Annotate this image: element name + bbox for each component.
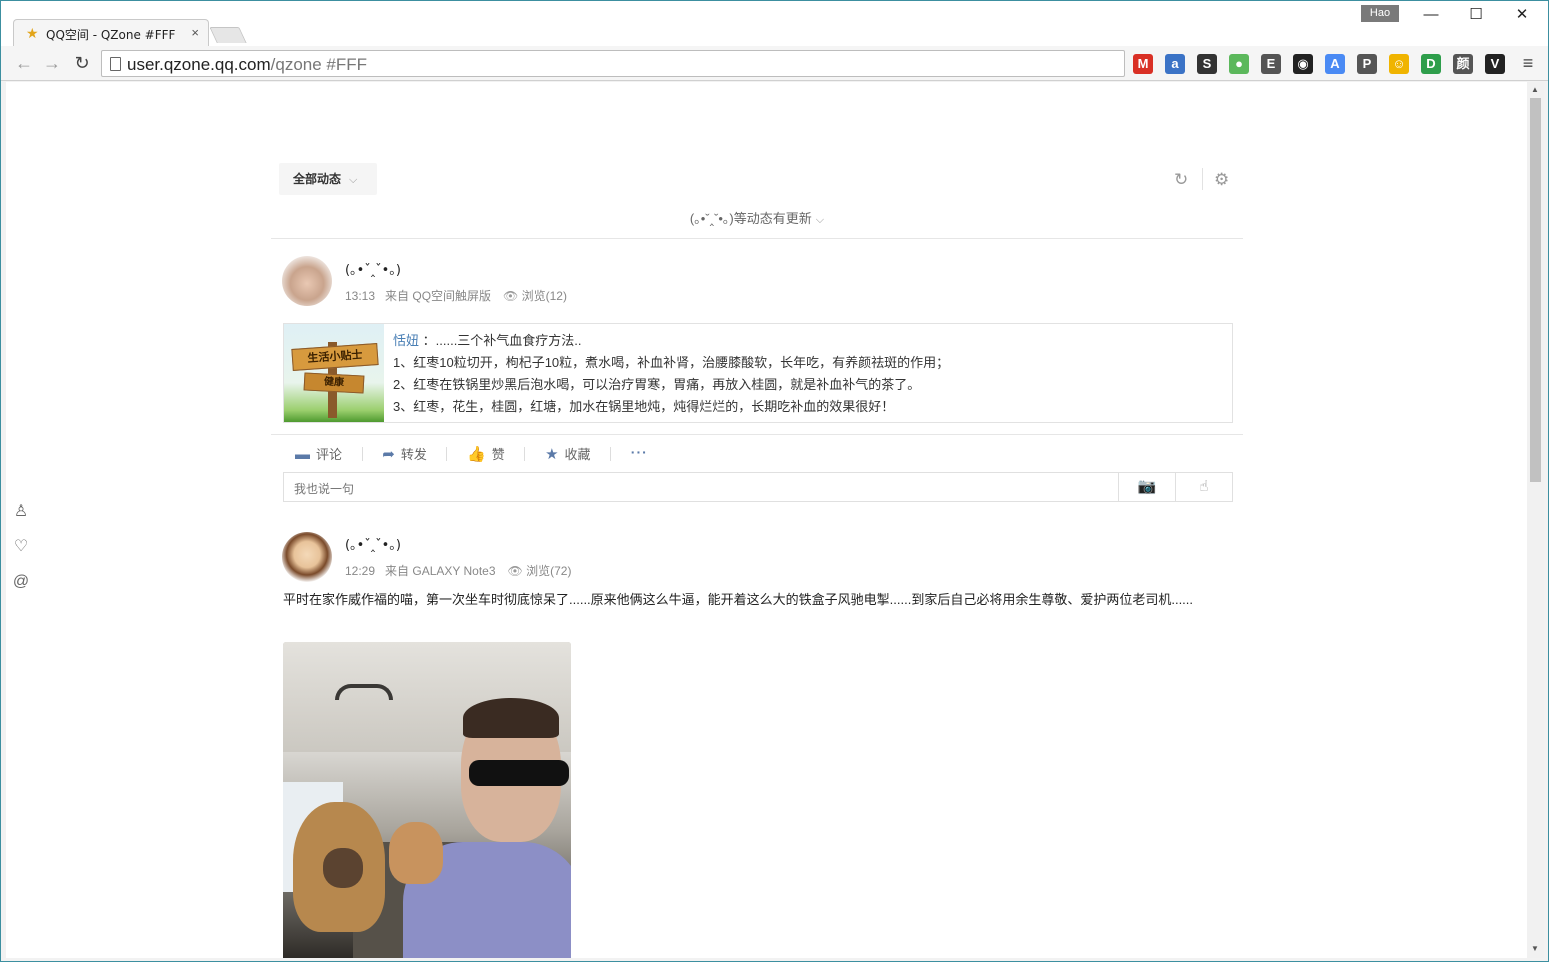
address-bar[interactable]: user.qzone.qq.com/qzone #FFF — [101, 50, 1125, 77]
emoji-icon[interactable]: ☺ — [1389, 54, 1409, 74]
profile-badge[interactable]: Hao — [1361, 5, 1399, 22]
extension-icon-4[interactable]: ● — [1229, 54, 1249, 74]
shared-line: 2、红枣在铁锅里炒黑后泡水喝，可以治疗胃寒，胃痛，再放入桂圆，就是补血补气的茶了… — [393, 377, 921, 392]
avatar[interactable] — [282, 256, 332, 306]
extension-icon-3[interactable]: S — [1197, 54, 1217, 74]
comment-placeholder: 我也说一句 — [294, 482, 355, 496]
post-meta: 12:29 来自 GALAXY Note3 👁 浏览(72) — [345, 562, 571, 579]
post-source[interactable]: 来自 QQ空间触屏版 — [385, 289, 491, 303]
page-icon — [110, 57, 121, 71]
star-favicon-icon: ★ — [26, 25, 39, 41]
maximize-button[interactable]: ☐ — [1461, 5, 1491, 25]
forward-button[interactable]: ➦ 转发 — [382, 444, 427, 463]
forward-arrow-icon: ➦ — [382, 446, 395, 464]
emoji-submit-icon[interactable]: ☝ — [1175, 473, 1232, 501]
like-button[interactable]: 👍 赞 — [467, 444, 505, 463]
divider — [271, 238, 1243, 239]
comment-button[interactable]: ▬ 评论 — [295, 444, 342, 463]
extension-icon-12[interactable]: V — [1485, 54, 1505, 74]
at-icon[interactable]: @ — [11, 572, 31, 592]
chevron-down-icon: ⌵ — [815, 214, 825, 226]
view-count[interactable]: 浏览(72) — [526, 564, 571, 578]
back-arrow-icon[interactable]: ← — [13, 53, 35, 73]
post-body-text: 平时在家作威作福的喵，第一次坐车时彻底惊呆了......原来他俩这么牛逼，能开着… — [283, 592, 1194, 607]
browser-window: ★ QQ空间 - QZone #FFF × Hao — ☐ ✕ ← → ↻ us… — [0, 0, 1549, 962]
eye-icon: 👁 — [503, 289, 519, 303]
forward-arrow-icon[interactable]: → — [41, 53, 63, 73]
minimize-button[interactable]: — — [1416, 5, 1446, 25]
evernote-icon[interactable]: E — [1261, 54, 1281, 74]
more-options-icon[interactable]: ··· — [631, 444, 648, 460]
settings-gear-icon[interactable]: ⚙ — [1214, 170, 1229, 190]
shared-post-text: 恬妞 ：......三个补气血食疗方法.. 1、红枣10粒切开，枸杞子10粒，煮… — [393, 330, 1233, 418]
refresh-icon[interactable]: ↻ — [1174, 170, 1188, 190]
gmail-icon[interactable]: M — [1133, 54, 1153, 74]
reload-icon[interactable]: ↻ — [71, 53, 93, 73]
divider — [524, 446, 526, 461]
extension-icon-11[interactable]: 颜 — [1453, 54, 1473, 74]
new-tab-button[interactable] — [209, 27, 247, 43]
shared-post-thumbnail[interactable]: 生活小贴士 健康 — [284, 324, 384, 422]
star-icon: ★ — [545, 446, 559, 464]
divider — [610, 446, 612, 461]
side-toolbar: ♙ ♡ @ — [11, 502, 31, 607]
shared-line: 1、红枣10粒切开，枸杞子10粒，煮水喝，补血补肾，治腰膝酸软，长年吃，有养颜祛… — [393, 355, 950, 370]
shared-post-card[interactable]: 生活小贴士 健康 恬妞 ：......三个补气血食疗方法.. 1、红枣10粒切开… — [283, 323, 1233, 423]
color-picker-icon[interactable]: ◉ — [1293, 54, 1313, 74]
friends-icon[interactable]: ♙ — [11, 502, 31, 522]
poster-name[interactable]: (｡•ˇ‸ˇ•｡) — [345, 259, 401, 278]
tab-close-icon[interactable]: × — [191, 25, 199, 40]
photo-dog-snout — [323, 848, 363, 888]
photo-cat — [389, 822, 443, 884]
scroll-up-icon[interactable]: ▲ — [1531, 85, 1539, 94]
pocket-icon[interactable]: P — [1357, 54, 1377, 74]
view-count[interactable]: 浏览(12) — [522, 289, 567, 303]
camera-icon[interactable]: 📷 — [1118, 473, 1175, 501]
post-actions: ▬ 评论 ➦ 转发 👍 赞 ★ 收藏 ··· — [295, 444, 648, 464]
chevron-down-icon: ⌵ — [349, 174, 358, 186]
extension-icon-10[interactable]: D — [1421, 54, 1441, 74]
feed-filter-dropdown[interactable]: 全部动态 ⌵ — [279, 163, 377, 195]
close-window-button[interactable]: ✕ — [1507, 5, 1537, 25]
scrollbar-thumb[interactable] — [1530, 98, 1541, 482]
browser-tab[interactable]: ★ QQ空间 - QZone #FFF × — [13, 19, 209, 46]
feed-update-notice[interactable]: (｡•ˇ‸ˇ•｡)等动态有更新 ⌵ — [271, 208, 1243, 227]
comment-icon: ▬ — [295, 446, 310, 464]
vertical-scrollbar[interactable]: ▲ ▼ — [1527, 82, 1544, 958]
shared-line: 3、红枣，花生，桂圆，红塘，加水在锅里地炖，炖得烂烂的，长期吃补血的效果很好！ — [393, 399, 895, 414]
photo-sunglasses — [469, 760, 569, 786]
extension-icon-2[interactable]: a — [1165, 54, 1185, 74]
thumbs-up-icon: 👍 — [467, 446, 486, 464]
avatar[interactable] — [282, 532, 332, 582]
url-text[interactable]: user.qzone.qq.com/qzone #FFF — [127, 55, 367, 75]
chrome-menu-icon[interactable]: ≡ — [1517, 53, 1539, 73]
post-source[interactable]: 来自 GALAXY Note3 — [385, 564, 496, 578]
scroll-down-icon[interactable]: ▼ — [1531, 944, 1539, 953]
comment-input[interactable]: 我也说一句 📷 ☝ — [283, 472, 1233, 502]
poster-name[interactable]: (｡•ˇ‸ˇ•｡) — [345, 534, 401, 553]
eye-icon: 👁 — [507, 564, 523, 578]
browser-toolbar: ← → ↻ user.qzone.qq.com/qzone #FFF Ma S ● E… — [1, 46, 1548, 81]
photo-hair — [463, 698, 559, 738]
divider — [361, 446, 363, 461]
tab-title: QQ空间 - QZone #FFF — [46, 28, 176, 42]
page-viewport: ♙ ♡ @ 全部动态 ⌵ ↻ ⚙ (｡•ˇ‸ˇ•｡)等动态有更新 ⌵ (｡•ˇ‸ˇ•… — [6, 82, 1527, 958]
post-photo[interactable] — [283, 642, 571, 958]
shared-line: ：......三个补气血食疗方法.. — [422, 333, 582, 348]
sign-text: 生活小贴士 — [291, 343, 379, 371]
divider — [1202, 168, 1203, 190]
divider — [446, 446, 448, 461]
shared-author-link[interactable]: 恬妞 — [393, 333, 419, 348]
heart-icon[interactable]: ♡ — [11, 537, 31, 557]
post-time: 12:29 — [345, 564, 376, 578]
title-bar: ★ QQ空间 - QZone #FFF × Hao — ☐ ✕ — [1, 1, 1548, 46]
photo-grab-handle — [335, 684, 393, 700]
divider — [271, 434, 1243, 435]
favorite-button[interactable]: ★ 收藏 — [545, 444, 590, 463]
post-meta: 13:13 来自 QQ空间触屏版 👁 浏览(12) — [345, 287, 567, 304]
sign-text: 健康 — [303, 372, 365, 394]
post-time: 13:13 — [345, 289, 376, 303]
translate-icon[interactable]: A — [1325, 54, 1345, 74]
